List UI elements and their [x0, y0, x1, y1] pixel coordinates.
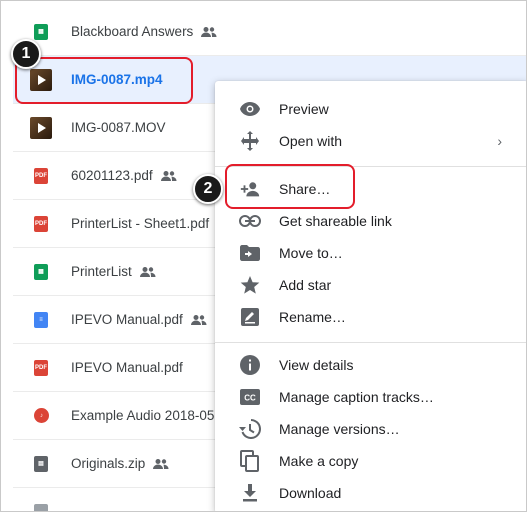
folder-move-icon — [239, 242, 261, 264]
rename-icon — [239, 306, 261, 328]
divider — [215, 342, 526, 343]
menu-item-label: Preview — [279, 101, 329, 117]
callout-badge-2: 2 — [193, 174, 223, 204]
callout-badge-1: 1 — [11, 39, 41, 69]
context-menu: Preview Open with › Share… Get shareable… — [215, 81, 526, 511]
menu-item-versions[interactable]: Manage versions… — [215, 413, 526, 445]
menu-item-label: Manage versions… — [279, 421, 400, 437]
menu-item-get-link[interactable]: Get shareable link — [215, 205, 526, 237]
file-name: PrinterList — [71, 264, 132, 279]
menu-item-label: Make a copy — [279, 453, 359, 469]
file-name: 60201123.pdf — [71, 168, 153, 183]
info-icon — [239, 354, 261, 376]
file-name: IPEVO Manual.pdf — [71, 360, 183, 375]
move-arrows-icon — [239, 130, 261, 152]
file-icon — [13, 503, 53, 511]
menu-item-move-to[interactable]: Move to… — [215, 237, 526, 269]
file-name: IPEVO Manual.pdf — [71, 312, 183, 327]
download-icon — [239, 482, 261, 504]
shared-icon — [190, 314, 207, 325]
video-thumbnail-icon — [13, 116, 53, 139]
file-name: PrinterList - Sheet1.pdf — [71, 216, 210, 231]
eye-icon — [239, 98, 261, 120]
shared-icon — [139, 266, 156, 277]
shared-icon — [153, 458, 169, 469]
menu-item-open-with[interactable]: Open with › — [215, 125, 526, 157]
menu-item-download[interactable]: Download — [215, 477, 526, 509]
history-icon — [239, 418, 261, 440]
menu-item-label: Manage caption tracks… — [279, 389, 434, 405]
menu-item-add-star[interactable]: Add star — [215, 269, 526, 301]
file-row[interactable]: ▦ Blackboard Answers — [13, 8, 526, 56]
menu-item-label: View details — [279, 357, 354, 373]
callout-highlight-file — [15, 57, 193, 104]
closed-caption-icon: CC — [239, 386, 261, 408]
pdf-icon: PDF — [13, 167, 53, 184]
callout-highlight-share — [225, 164, 355, 209]
shared-icon — [201, 26, 217, 37]
pdf-icon: PDF — [13, 215, 53, 232]
pdf-icon: PDF — [13, 359, 53, 376]
chevron-right-icon: › — [497, 133, 502, 149]
menu-item-captions[interactable]: CC Manage caption tracks… — [215, 381, 526, 413]
menu-item-label: Get shareable link — [279, 213, 392, 229]
drive-window: ▦ Blackboard Answers IMG-0087.mp4 IMG-00… — [0, 0, 527, 512]
star-icon — [239, 274, 261, 296]
file-name: Blackboard Answers — [71, 24, 194, 39]
menu-item-label: Open with — [279, 133, 343, 149]
audio-icon: ♪ — [13, 408, 53, 423]
link-icon — [239, 210, 261, 232]
menu-item-view-details[interactable]: View details — [215, 349, 526, 381]
menu-item-label: Add star — [279, 277, 332, 293]
shared-icon — [160, 170, 177, 181]
file-name: Originals.zip — [71, 456, 146, 471]
svg-text:CC: CC — [244, 394, 256, 403]
menu-item-label: Move to… — [279, 245, 343, 261]
menu-item-label: Download — [279, 485, 342, 501]
menu-item-make-copy[interactable]: Make a copy — [215, 445, 526, 477]
sheet-icon: ▦ — [13, 263, 53, 280]
doc-icon: ≡ — [13, 311, 53, 328]
menu-item-preview[interactable]: Preview — [215, 93, 526, 125]
file-name: IMG-0087.MOV — [71, 120, 166, 135]
file-name: Example Audio 2018-05- — [71, 408, 219, 423]
menu-item-label: Rename… — [279, 309, 346, 325]
sheet-icon: ▦ — [13, 23, 53, 40]
menu-item-rename[interactable]: Rename… — [215, 301, 526, 333]
copy-icon — [239, 450, 261, 472]
zip-icon: ▤ — [13, 455, 53, 472]
